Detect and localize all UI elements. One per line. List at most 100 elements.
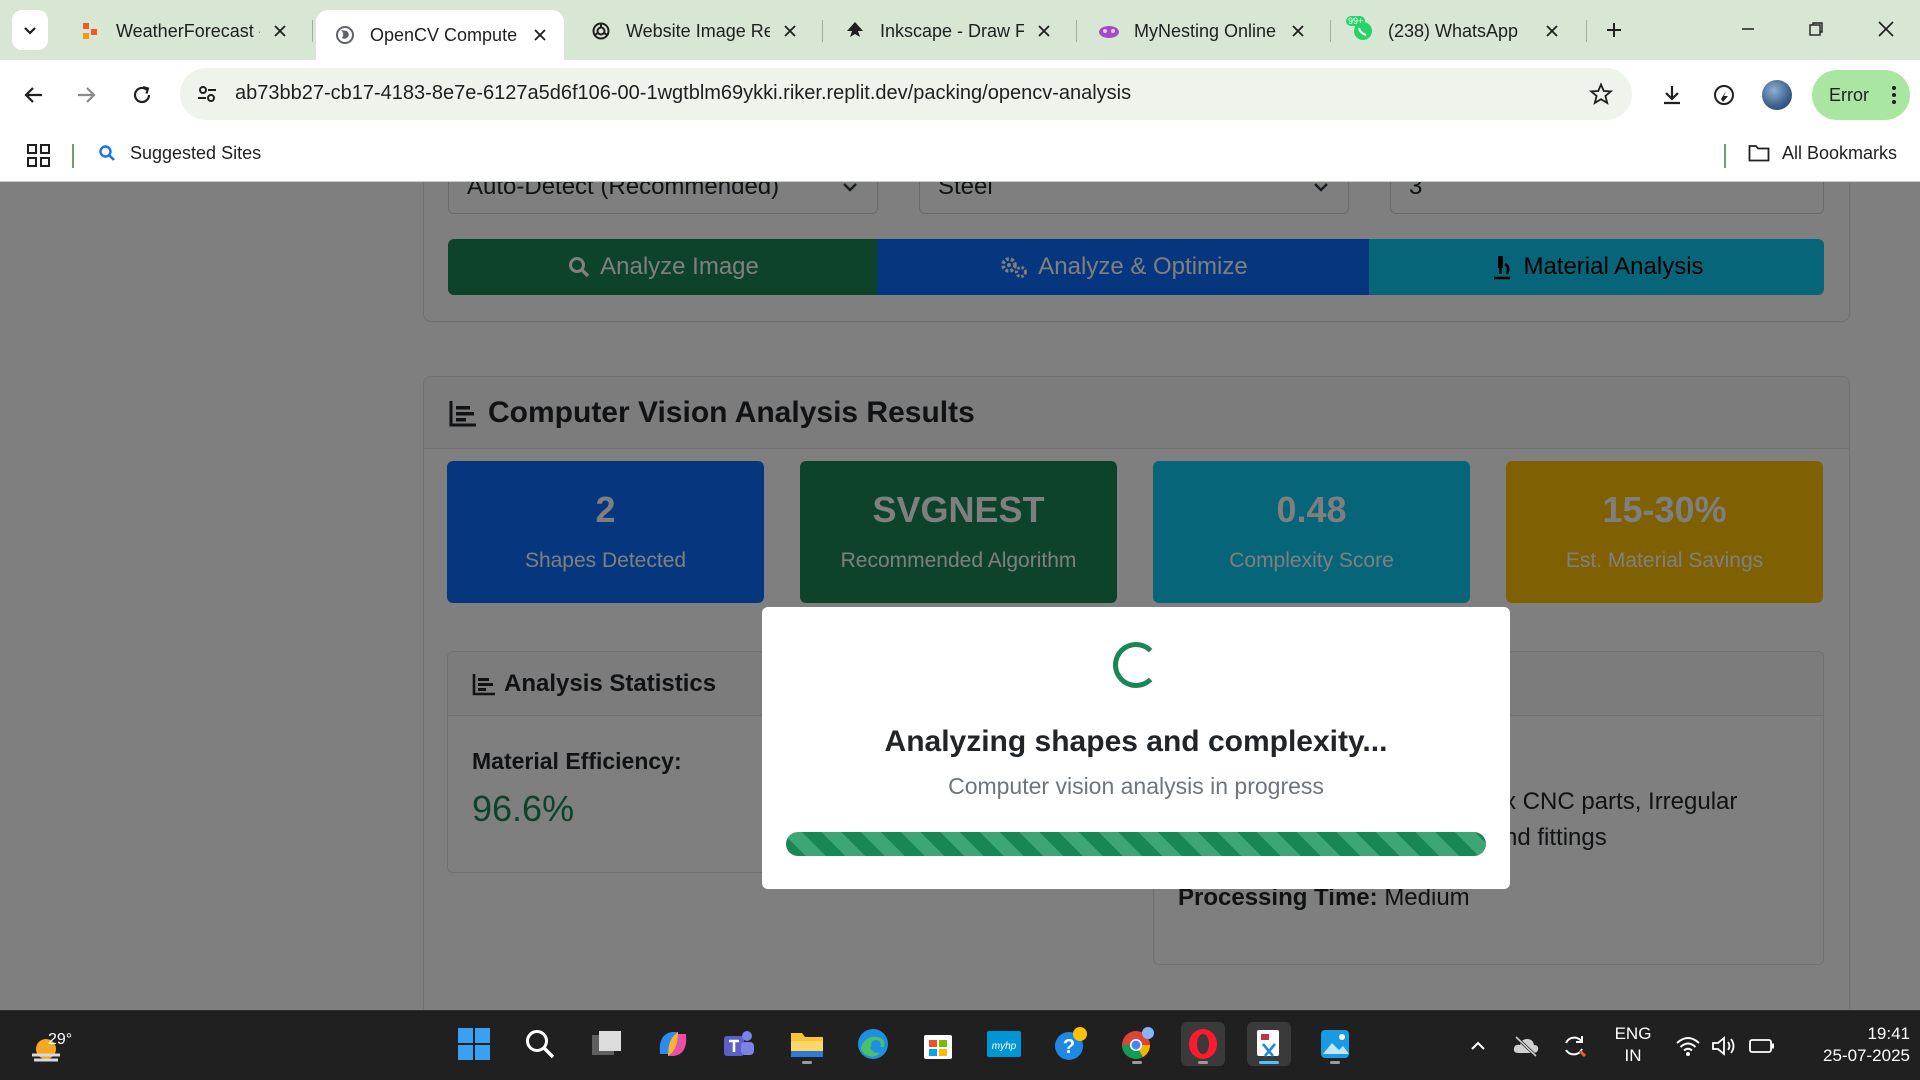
tab-title: Website Image Re: [626, 20, 770, 41]
search-icon: [526, 1030, 555, 1059]
microsoft-store-app[interactable]: [916, 1022, 960, 1066]
openai-icon: [590, 20, 612, 42]
windows-icon: [458, 1028, 490, 1060]
plus-icon: [1607, 23, 1621, 37]
site-settings-icon[interactable]: [194, 81, 220, 107]
reload-icon: [133, 85, 151, 104]
wifi-tray[interactable]: [1674, 1032, 1702, 1060]
tab-inkscape[interactable]: Inkscape - Draw Fr: [826, 10, 1068, 52]
svg-text:myhp: myhp: [992, 1041, 1017, 1052]
weather-favicon-icon: [80, 20, 102, 42]
opera-app[interactable]: [1181, 1022, 1225, 1066]
help-icon: ?: [1055, 1027, 1087, 1060]
snipping-tool-icon: [1257, 1030, 1279, 1057]
svg-text:?: ?: [1063, 1036, 1075, 1058]
battery-tray[interactable]: [1748, 1032, 1776, 1060]
search-icon: [96, 142, 118, 164]
windows-taskbar: 29° myhp ? ENG IN 19:41 25-07-2025: [0, 1010, 1920, 1080]
system-clock[interactable]: 19:41 25-07-2025: [1790, 1023, 1910, 1067]
wifi-icon: [1676, 1037, 1700, 1056]
task-view-icon: [592, 1031, 621, 1055]
volume-tray[interactable]: [1710, 1032, 1738, 1060]
minimize-icon: [1742, 28, 1754, 30]
browser-tab-strip: WeatherForecast - OpenCV Compute Website…: [0, 0, 1920, 60]
bookmark-suggested-sites[interactable]: Suggested Sites: [96, 142, 261, 164]
bookmark-label: Suggested Sites: [130, 142, 262, 163]
show-hidden-icons-button[interactable]: [1464, 1032, 1492, 1060]
tab-weatherforecast[interactable]: WeatherForecast -: [62, 10, 304, 52]
reload-button[interactable]: [124, 77, 160, 113]
whatsapp-badge: 99+: [1346, 16, 1366, 26]
profile-error-chip[interactable]: Error: [1812, 70, 1910, 120]
new-tab-button[interactable]: [1598, 14, 1630, 46]
restore-icon: [1809, 22, 1823, 36]
close-icon[interactable]: [1288, 21, 1308, 41]
all-bookmarks-button[interactable]: All Bookmarks: [1748, 142, 1897, 164]
tab-whatsapp[interactable]: 99+ (238) WhatsApp: [1334, 10, 1576, 52]
browser-toolbar: ab73bb27-cb17-4183-8e7e-6127a5d6f106-00-…: [0, 60, 1920, 130]
help-app[interactable]: ?: [1049, 1022, 1093, 1066]
tab-title: OpenCV Compute: [370, 24, 518, 45]
minimize-button[interactable]: [1728, 12, 1768, 46]
chrome-app[interactable]: [1115, 1022, 1159, 1066]
running-indicator: [802, 1061, 812, 1064]
edge-icon: [858, 1029, 888, 1059]
downloads-button[interactable]: [1654, 77, 1690, 113]
close-icon[interactable]: [1542, 21, 1562, 41]
address-bar[interactable]: ab73bb27-cb17-4183-8e7e-6127a5d6f106-00-…: [180, 68, 1632, 120]
performance-button[interactable]: [1706, 77, 1742, 113]
start-button[interactable]: [452, 1022, 496, 1066]
teams-app[interactable]: [717, 1022, 761, 1066]
taskbar-search-button[interactable]: [518, 1022, 562, 1066]
loading-title: Analyzing shapes and complexity...: [884, 725, 1388, 758]
copilot-app[interactable]: [651, 1022, 695, 1066]
tab-title: (238) WhatsApp: [1388, 20, 1519, 41]
clock-time: 19:41: [1867, 1024, 1910, 1043]
page-viewport: Auto-Detect (Recommended) Steel 3 Analyz…: [0, 182, 1920, 1010]
window-close-button[interactable]: [1866, 12, 1906, 46]
close-icon[interactable]: [530, 25, 550, 45]
back-button[interactable]: [16, 77, 52, 113]
copilot-icon: [659, 1032, 687, 1056]
forward-button[interactable]: [68, 77, 104, 113]
whatsapp-icon: 99+: [1346, 16, 1374, 42]
weather-widget[interactable]: 29°: [26, 1019, 86, 1069]
tab-website-image[interactable]: Website Image Re: [572, 10, 814, 52]
snipping-tool-app[interactable]: [1247, 1022, 1291, 1066]
running-indicator: [1259, 1061, 1279, 1064]
mynesting-icon: [1098, 20, 1120, 42]
restore-button[interactable]: [1796, 12, 1836, 46]
language-indicator[interactable]: ENG IN: [1613, 1023, 1653, 1067]
running-indicator: [1198, 1061, 1208, 1064]
sync-tray[interactable]: [1560, 1032, 1588, 1060]
inkscape-icon: [844, 20, 866, 42]
tab-opencv[interactable]: OpenCV Compute: [316, 10, 564, 60]
bookmarks-bar: Suggested Sites All Bookmarks: [0, 130, 1920, 182]
tab-title: WeatherForecast -: [116, 20, 260, 41]
error-label: Error: [1829, 84, 1869, 105]
bookmark-star-icon[interactable]: [1588, 81, 1614, 107]
close-icon: [1878, 21, 1894, 37]
close-icon[interactable]: [780, 21, 800, 41]
edge-app[interactable]: [851, 1022, 895, 1066]
loading-subtitle: Computer vision analysis in progress: [948, 773, 1324, 799]
close-icon[interactable]: [270, 21, 290, 41]
tab-title: Inkscape - Draw Fr: [880, 20, 1024, 41]
profile-avatar[interactable]: [1762, 80, 1792, 110]
apps-grid-icon[interactable]: [26, 143, 52, 169]
arrow-right-icon: [78, 87, 96, 103]
photos-app[interactable]: [1313, 1022, 1357, 1066]
loading-modal: Analyzing shapes and complexity... Compu…: [762, 607, 1510, 889]
loading-progress-bar: [786, 832, 1486, 856]
myhp-app[interactable]: myhp: [982, 1022, 1026, 1066]
onedrive-tray[interactable]: [1512, 1032, 1540, 1060]
tab-search-button[interactable]: [12, 10, 48, 50]
tab-mynesting[interactable]: MyNesting Online: [1080, 10, 1322, 52]
chevron-up-icon: [1471, 1041, 1485, 1050]
close-icon[interactable]: [1034, 21, 1054, 41]
task-view-button[interactable]: [585, 1022, 629, 1066]
chrome-icon: [1122, 1027, 1154, 1059]
file-explorer-app[interactable]: [785, 1022, 829, 1066]
sync-icon: [1565, 1036, 1587, 1058]
url-text[interactable]: ab73bb27-cb17-4183-8e7e-6127a5d6f106-00-…: [235, 82, 1131, 105]
